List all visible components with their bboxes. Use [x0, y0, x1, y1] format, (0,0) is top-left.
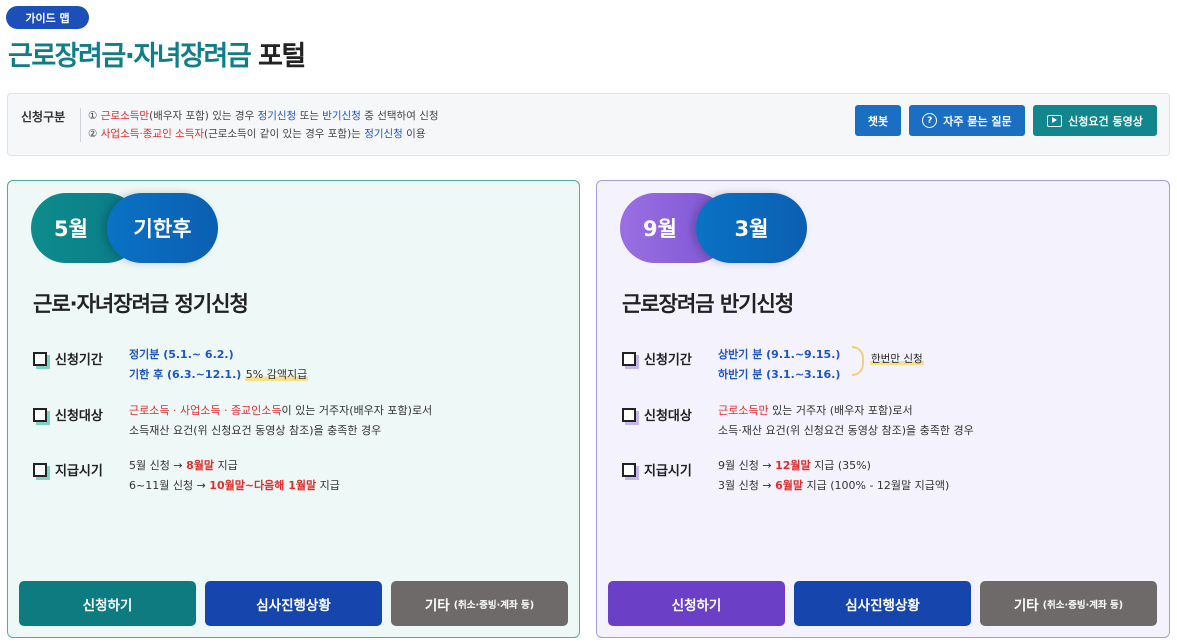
target-highlight: 근로소득 · 사업소득 · 종교인소득	[129, 404, 282, 417]
video-button-label: 신청요건 동영상	[1068, 114, 1143, 128]
checkbox-icon	[33, 407, 47, 422]
apply-button[interactable]: 신청하기	[608, 581, 785, 626]
checkbox-icon	[622, 407, 636, 422]
application-type-description: ① 근로소득만(배우자 포함) 있는 경우 정기신청 또는 반기신청 중 선택하…	[88, 107, 439, 143]
payment-highlight: 10월말~다음해 1월말	[209, 479, 317, 492]
checkbox-icon	[33, 351, 47, 366]
other-button-sub: (취소·증빙·계좌 등)	[453, 599, 535, 611]
line-number: ①	[88, 110, 98, 122]
period-line-2: 기한 후 (6.3.~12.1.)	[129, 368, 242, 381]
checkbox-icon	[622, 462, 636, 477]
payment-text: 지급 (100% - 12월말 지급액)	[806, 479, 950, 492]
target-text: 이 있는 거주자(배우자 포함)로서	[281, 404, 433, 417]
payment-highlight: 8월말	[186, 459, 214, 472]
chatbot-button[interactable]: 챗봇	[855, 105, 901, 136]
other-button-label: 기타	[1013, 597, 1039, 614]
highlight-red: 사업소득·종교인 소득자	[100, 128, 205, 140]
other-button-label: 기타	[424, 597, 450, 614]
checkbox-icon	[622, 351, 636, 366]
other-button[interactable]: 기타 (취소·증빙·계좌 등)	[391, 581, 568, 626]
info-buttons: 챗봇 ? 자주 묻는 질문 신청요건 동영상	[855, 105, 1157, 136]
card-title: 근로장려금 반기신청	[622, 292, 794, 316]
play-video-icon	[1047, 114, 1063, 127]
faq-button[interactable]: ? 자주 묻는 질문	[909, 105, 1025, 136]
pill-month-b: 3월	[696, 193, 807, 263]
pill-late: 기한후	[107, 193, 218, 263]
highlight-blue: 정기신청	[257, 110, 297, 122]
period-note: 5% 감액지급	[244, 368, 309, 381]
highlight-blue: 반기신청	[322, 110, 361, 122]
target-text: 있는 거주자 (배우자 포함)로서	[772, 404, 913, 417]
review-status-button[interactable]: 심사진행상황	[794, 581, 971, 626]
other-button-sub: (취소·증빙·계좌 등)	[1042, 599, 1124, 611]
target-line-2: 소득·재산 요건(위 신청요건 동영상 참조)을 충족한 경우	[718, 424, 974, 437]
requirement-video-button[interactable]: 신청요건 동영상	[1033, 105, 1157, 136]
row-label: 신청기간	[55, 353, 103, 368]
page-title-plain: 포털	[258, 41, 306, 72]
card-buttons: 신청하기 심사진행상황 기타 (취소·증빙·계좌 등)	[19, 581, 568, 626]
page-title-colored: 근로장려금·자녀장려금	[8, 41, 252, 72]
page-title: 근로장려금·자녀장려금 포털	[8, 34, 306, 73]
period-line-1: 상반기 분 (9.1.~9.15.)	[718, 348, 841, 361]
payment-text: 지급	[319, 479, 340, 492]
application-type-box: 신청구분 ① 근로소득만(배우자 포함) 있는 경우 정기신청 또는 반기신청 …	[7, 93, 1170, 156]
row-label: 신청기간	[644, 353, 692, 368]
highlight-blue: 정기신청	[364, 128, 403, 140]
row-label: 지급시기	[55, 464, 103, 479]
faq-button-label: 자주 묻는 질문	[943, 114, 1012, 128]
period-pill: 5월 기한후	[31, 193, 218, 263]
text: 중 선택하여 신청	[364, 110, 439, 122]
info-line-1: ① 근로소득만(배우자 포함) 있는 경우 정기신청 또는 반기신청 중 선택하…	[88, 107, 439, 125]
row-label: 신청대상	[55, 409, 103, 424]
text: 이용	[406, 128, 426, 140]
line-number: ②	[88, 128, 98, 140]
payment-text: 지급 (35%)	[814, 459, 871, 472]
target-line-2: 소득재산 요건(위 신청요건 동영상 참조)을 충족한 경우	[129, 424, 382, 437]
card-buttons: 신청하기 심사진행상황 기타 (취소·증빙·계좌 등)	[608, 581, 1157, 626]
payment-text: 6~11월 신청 →	[129, 479, 206, 492]
payment-text: 3월 신청 →	[718, 479, 772, 492]
period-line-2: 하반기 분 (3.1.~3.16.)	[718, 368, 841, 381]
period-note: 한번만 신청	[870, 353, 924, 365]
info-line-2: ② 사업소득·종교인 소득자(근로소득이 같이 있는 경우 포함)는 정기신청 …	[88, 125, 439, 143]
text: (배우자 포함) 있는 경우	[149, 110, 255, 122]
period-line-1: 정기분 (5.1.~ 6.2.)	[129, 348, 234, 361]
row-label: 지급시기	[644, 464, 692, 479]
application-type-label: 신청구분	[21, 110, 66, 124]
payment-highlight: 6월말	[775, 479, 803, 492]
review-status-button[interactable]: 심사진행상황	[205, 581, 382, 626]
other-button[interactable]: 기타 (취소·증빙·계좌 등)	[980, 581, 1157, 626]
highlight-red: 근로소득만	[100, 110, 150, 122]
payment-text: 지급	[217, 459, 238, 472]
card-title: 근로·자녀장려금 정기신청	[33, 292, 249, 316]
half-year-application-card: 9월 3월 근로장려금 반기신청 신청기간 상반기 분 (9.1.~9.15.)…	[596, 180, 1170, 638]
target-highlight: 근로소득만	[718, 404, 769, 417]
bracket-icon	[852, 346, 864, 376]
period-pill: 9월 3월	[620, 193, 807, 263]
payment-text: 5월 신청 →	[129, 459, 183, 472]
text: (근로소득이 같이 있는 경우 포함)는	[204, 128, 361, 140]
regular-application-card: 5월 기한후 근로·자녀장려금 정기신청 신청기간 정기분 (5.1.~ 6.2…	[7, 180, 580, 638]
row-label: 신청대상	[644, 409, 692, 424]
guide-map-badge[interactable]: 가이드 맵	[6, 6, 89, 29]
text: 또는	[299, 110, 319, 122]
payment-highlight: 12월말	[775, 459, 811, 472]
checkbox-icon	[33, 462, 47, 477]
apply-button[interactable]: 신청하기	[19, 581, 196, 626]
question-icon: ?	[922, 113, 938, 128]
payment-text: 9월 신청 →	[718, 459, 772, 472]
divider	[80, 108, 81, 142]
